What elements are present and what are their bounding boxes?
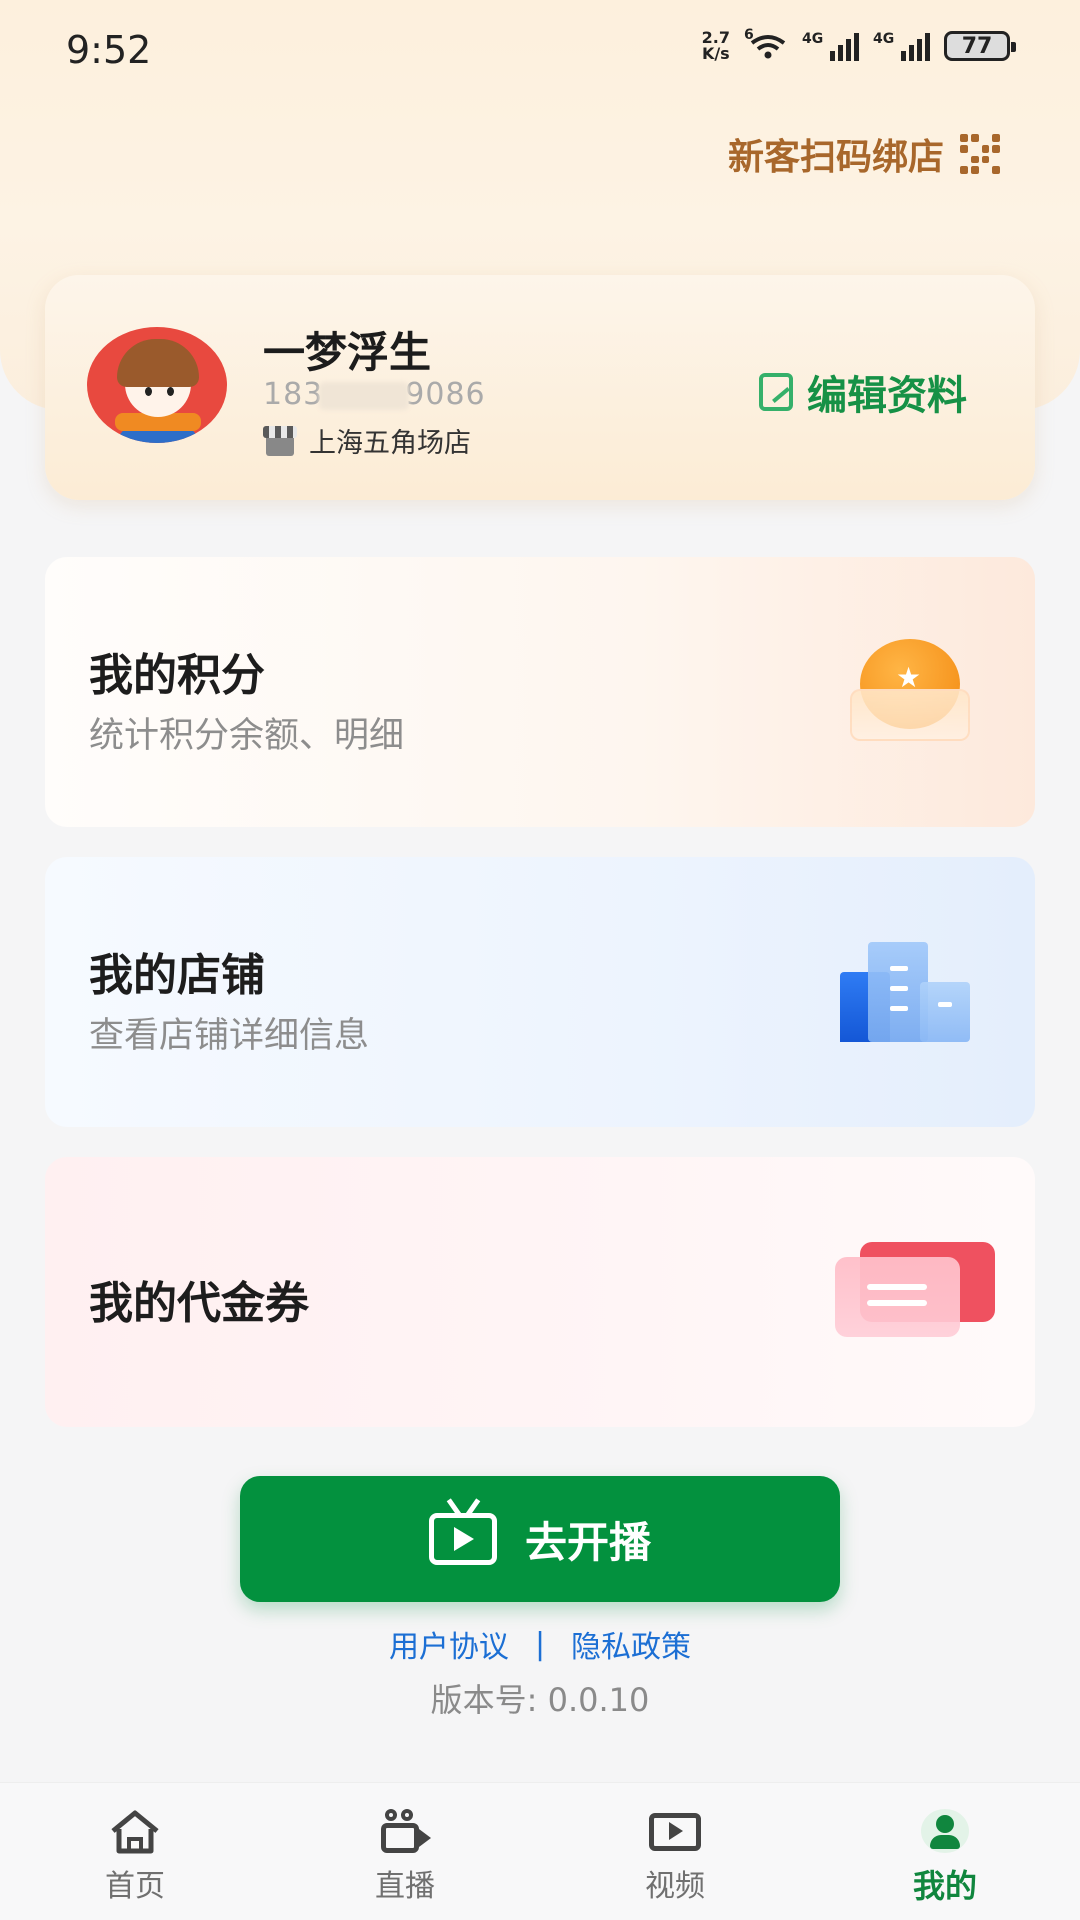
building-icon (840, 942, 980, 1052)
my-points-title: 我的积分 (89, 650, 265, 701)
wifi-icon: 6 (744, 27, 788, 61)
tab-me-label: 我的 (912, 1867, 977, 1905)
edit-profile-label: 编辑资料 (807, 373, 967, 419)
network-speed: 2.7 K/s (702, 30, 730, 62)
voucher-ticket-icon (835, 1242, 995, 1342)
go-live-label: 去开播 (524, 1517, 651, 1567)
version-text: 版本号: 0.0.10 (430, 1681, 650, 1719)
my-vouchers-card[interactable]: 我的代金券 (45, 1157, 1035, 1427)
sim1-label: 4G (802, 31, 824, 47)
wifi-label: 6 (744, 27, 754, 43)
scan-bind-store-button[interactable]: 新客扫码绑店 (728, 128, 1000, 180)
scan-bind-store-label: 新客扫码绑店 (727, 137, 944, 178)
user-agreement-link[interactable]: 用户协议 (389, 1622, 509, 1666)
signal-sim1-icon: 4G (802, 31, 859, 61)
storefront-icon (263, 425, 297, 456)
privacy-policy-link[interactable]: 隐私政策 (571, 1622, 691, 1666)
tab-live-label: 直播 (375, 1869, 435, 1904)
go-live-button[interactable]: 去开播 (240, 1476, 840, 1602)
links-separator: | (534, 1626, 546, 1662)
my-store-title: 我的店铺 (89, 950, 265, 1001)
my-vouchers-title: 我的代金券 (89, 1278, 309, 1329)
signal-sim2-icon: 4G (873, 31, 930, 61)
status-icons: 2.7 K/s 6 4G 4G 77 (702, 27, 1016, 62)
home-icon (107, 1809, 163, 1855)
my-store-subtitle: 查看店铺详细信息 (89, 1016, 370, 1056)
user-store-name: 上海五角场店 (309, 428, 471, 459)
bottom-tab-bar: 首页 直播 视频 我的 (0, 1782, 1080, 1920)
tab-live[interactable]: 直播 (270, 1783, 540, 1920)
status-bar: 9:52 2.7 K/s 6 4G 4G 77 (0, 0, 1080, 100)
video-icon (647, 1809, 703, 1855)
edit-profile-button[interactable]: 编辑资料 (759, 363, 967, 421)
my-points-card[interactable]: 我的积分 统计积分余额、明细 ★ (45, 557, 1035, 827)
tv-icon (428, 1498, 497, 1565)
profile-card: 一梦浮生 183 9086 上海五角场店 编辑资料 (45, 275, 1035, 500)
user-phone: 183 9086 (263, 377, 486, 412)
user-name: 一梦浮生 (263, 328, 432, 377)
tab-home-label: 首页 (105, 1869, 165, 1904)
tab-home[interactable]: 首页 (0, 1783, 270, 1920)
avatar[interactable] (87, 327, 227, 443)
network-speed-unit: K/s (701, 44, 730, 63)
status-time: 9:52 (66, 28, 152, 72)
profile-icon (917, 1809, 973, 1855)
sim2-label: 4G (873, 31, 895, 47)
legal-links: 用户协议 | 隐私政策 (0, 1622, 1080, 1666)
tab-me[interactable]: 我的 (810, 1783, 1080, 1920)
live-camera-icon (377, 1809, 433, 1855)
phone-suffix: 9086 (405, 377, 486, 412)
phone-mask (319, 381, 410, 410)
battery-icon: 77 (944, 31, 1016, 61)
edit-icon (759, 373, 793, 411)
my-points-subtitle: 统计积分余额、明细 (89, 716, 405, 756)
tab-video-label: 视频 (645, 1869, 705, 1904)
battery-level: 77 (961, 33, 993, 59)
tab-video[interactable]: 视频 (540, 1783, 810, 1920)
phone-prefix: 183 (263, 377, 324, 412)
qr-code-icon (960, 134, 1000, 174)
my-store-card[interactable]: 我的店铺 查看店铺详细信息 (45, 857, 1035, 1127)
user-store: 上海五角场店 (263, 421, 471, 460)
coin-wallet-icon: ★ (850, 639, 970, 749)
